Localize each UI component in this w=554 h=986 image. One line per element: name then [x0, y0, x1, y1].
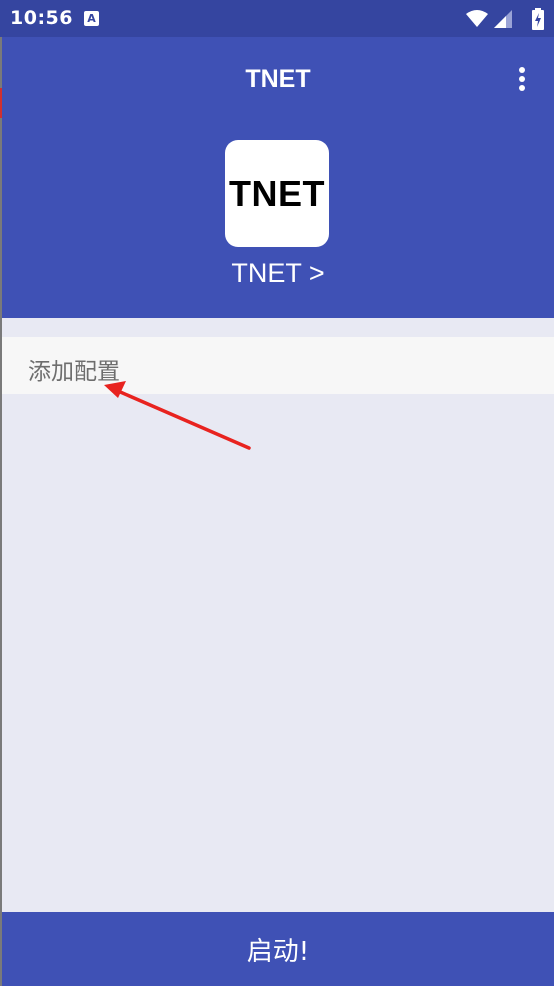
app-header: TNET TNET TNET > — [2, 37, 554, 318]
logo-text: TNET — [229, 172, 325, 214]
toolbar-title: TNET — [245, 65, 311, 93]
more-vert-icon[interactable] — [510, 67, 534, 95]
start-button[interactable]: 启动! — [2, 912, 554, 986]
add-config-label: 添加配置 — [28, 359, 120, 385]
signal-icon — [494, 10, 512, 28]
status-bar: 10:56 A — [0, 0, 554, 37]
wifi-icon — [466, 10, 488, 27]
add-config-item[interactable]: 添加配置 — [2, 337, 554, 394]
battery-icon — [532, 8, 544, 30]
app-link[interactable]: TNET > — [2, 258, 554, 289]
app-logo: TNET — [225, 140, 329, 247]
notification-a-icon: A — [84, 11, 99, 26]
status-time: 10:56 — [10, 7, 73, 29]
